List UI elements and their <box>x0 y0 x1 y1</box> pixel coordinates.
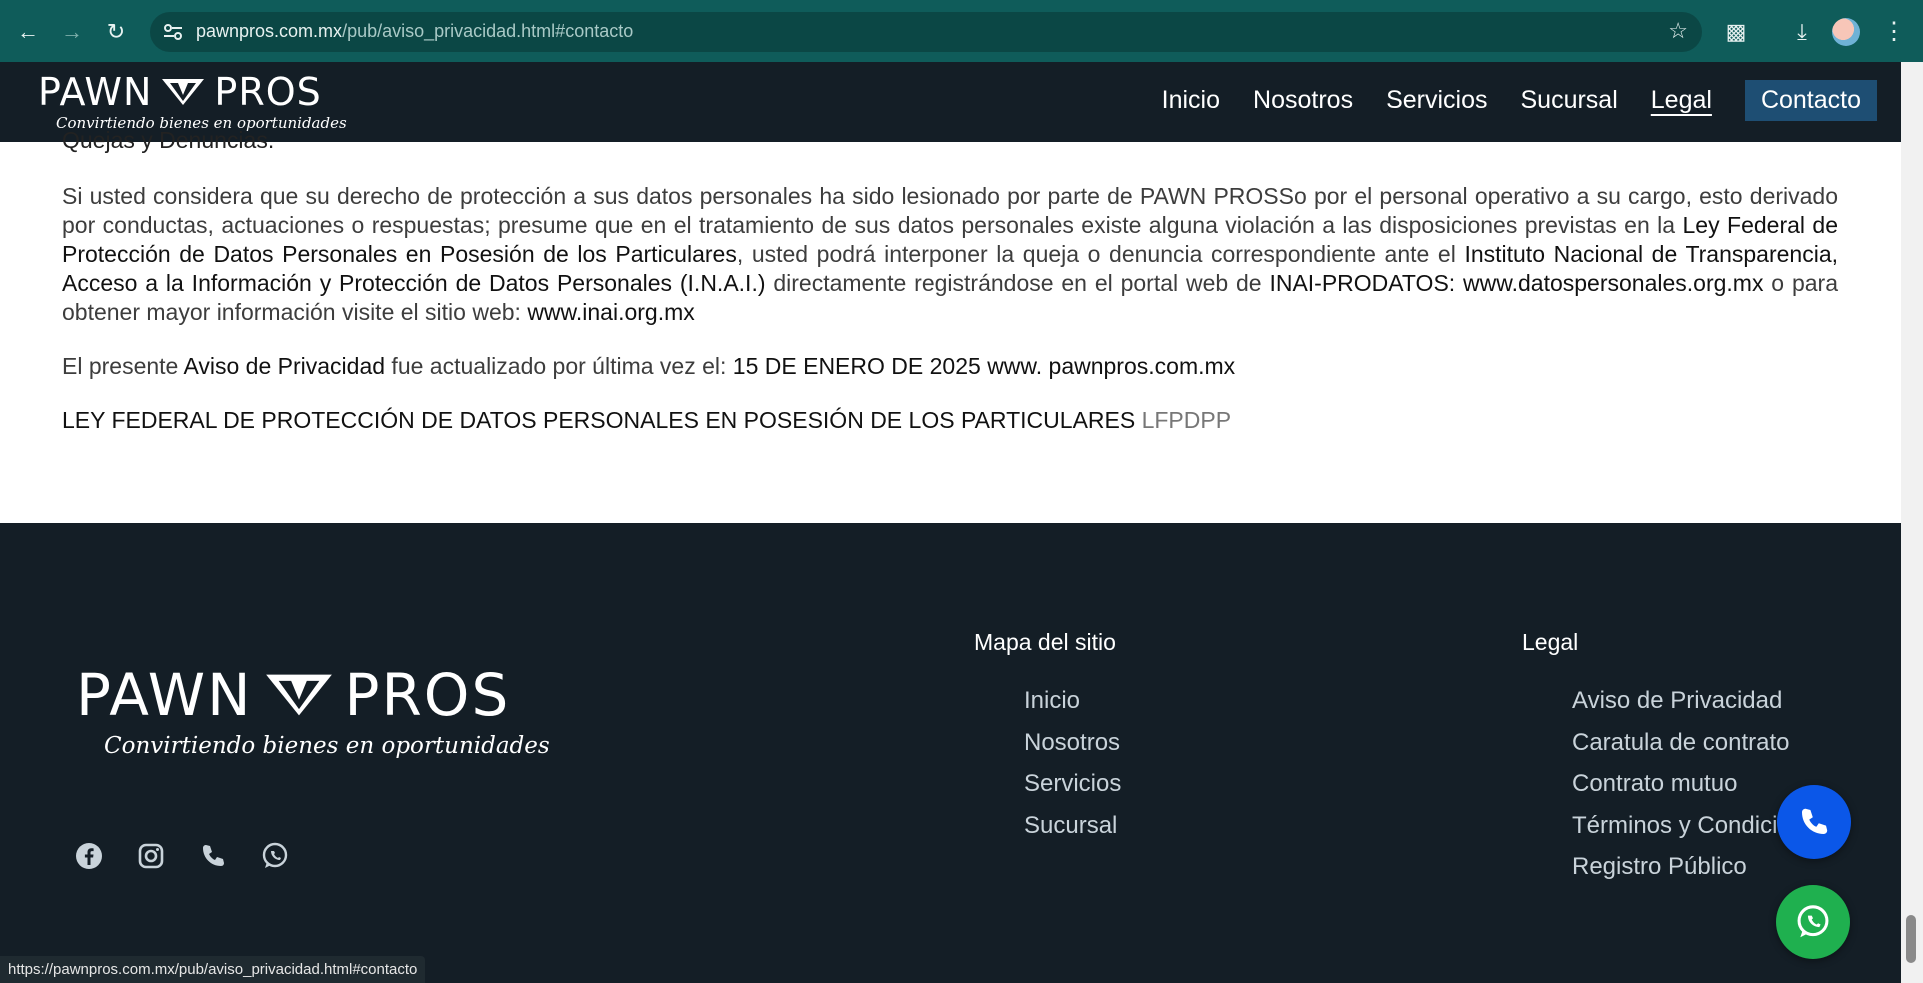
footer-link-aviso[interactable]: Aviso de Privacidad <box>1572 680 1829 722</box>
text-segment: Si usted considera que su derecho de pro… <box>62 183 1838 238</box>
footer-link-inicio[interactable]: Inicio <box>1024 680 1121 722</box>
url-text: pawnpros.com.mx/pub/aviso_privacidad.htm… <box>196 21 633 42</box>
updated-paragraph: El presente Aviso de Privacidad fue actu… <box>62 352 1235 381</box>
back-arrow-icon[interactable]: ← <box>10 14 46 50</box>
footer-logo-word-right: PROS <box>344 661 511 729</box>
bookmark-star-icon[interactable]: ☆ <box>1668 18 1688 44</box>
footer-legal: Legal Aviso de Privacidad Caratula de co… <box>1522 629 1829 888</box>
whatsapp-icon <box>1797 905 1829 938</box>
text-segment: directamente registrándose en el portal … <box>765 270 1270 296</box>
inai-link[interactable]: www.inai.org.mx <box>527 299 694 325</box>
prodatos-link[interactable]: INAI-PRODATOS: www.datospersonales.org.m… <box>1269 270 1763 296</box>
law-paragraph: LEY FEDERAL DE PROTECCIÓN DE DATOS PERSO… <box>62 406 1231 435</box>
footer-link-servicios[interactable]: Servicios <box>1024 763 1121 805</box>
nav-inicio[interactable]: Inicio <box>1162 80 1220 121</box>
footer-sitemap: Mapa del sitio Inicio Nosotros Servicios… <box>974 629 1121 846</box>
reload-icon[interactable]: ↻ <box>98 14 134 50</box>
call-floating-button[interactable] <box>1777 785 1851 859</box>
phone-icon[interactable] <box>198 841 228 871</box>
url-host: pawnpros.com.mx <box>196 21 343 41</box>
main-nav: Inicio Nosotros Servicios Sucursal Legal… <box>1162 80 1877 121</box>
update-date: 15 DE ENERO DE 2025 www. pawnpros.com.mx <box>732 353 1236 379</box>
logo-word-right: PROS <box>214 70 322 114</box>
social-links <box>74 841 290 871</box>
footer-logo-word-left: PAWN <box>76 661 253 729</box>
facebook-icon[interactable] <box>74 841 104 871</box>
nav-legal[interactable]: Legal <box>1651 80 1712 121</box>
menu-kebab-icon[interactable]: ⋮ <box>1882 14 1906 50</box>
sitemap-title: Mapa del sitio <box>974 629 1116 655</box>
site-header: PAWN PROS Convirtiendo bienes en oportun… <box>0 62 1901 142</box>
link-status-bar: https://pawnpros.com.mx/pub/aviso_privac… <box>0 956 426 983</box>
text-segment: fue actualizado por última vez el: <box>385 353 733 379</box>
privacy-notice-name: Aviso de Privacidad <box>183 353 386 379</box>
whatsapp-floating-button[interactable] <box>1776 885 1850 959</box>
text-segment: El presente <box>62 353 184 379</box>
browser-toolbar: ← → ↻ pawnpros.com.mx/pub/aviso_privacid… <box>0 0 1923 62</box>
footer-link-nosotros[interactable]: Nosotros <box>1024 722 1121 764</box>
scrollbar-thumb[interactable] <box>1906 915 1916 963</box>
footer-link-sucursal[interactable]: Sucursal <box>1024 805 1121 847</box>
header-logo[interactable]: PAWN PROS Convirtiendo bienes en oportun… <box>38 70 347 132</box>
footer-diamond-logo-icon <box>265 674 332 716</box>
phone-icon <box>1802 808 1828 834</box>
page-scrollbar[interactable] <box>1901 62 1923 983</box>
instagram-icon[interactable] <box>136 841 166 871</box>
nav-nosotros[interactable]: Nosotros <box>1253 80 1353 121</box>
whatsapp-icon[interactable] <box>260 841 290 871</box>
nav-sucursal[interactable]: Sucursal <box>1521 80 1618 121</box>
site-footer: PAWN PROS Convirtiendo bienes en oportun… <box>0 523 1901 983</box>
complaints-paragraph: Si usted considera que su derecho de pro… <box>62 182 1838 327</box>
law-acronym: LFPDPP <box>1135 407 1232 433</box>
forward-arrow-icon[interactable]: → <box>54 14 90 50</box>
text-segment: , usted podrá interponer la queja o denu… <box>736 241 1465 267</box>
profile-avatar[interactable] <box>1832 18 1860 46</box>
extensions-icon[interactable]: ▩ <box>1718 14 1754 50</box>
section-heading-quejas: Quejas y Denuncias. <box>62 127 275 153</box>
law-title: LEY FEDERAL DE PROTECCIÓN DE DATOS PERSO… <box>62 407 1136 433</box>
nav-contacto[interactable]: Contacto <box>1744 80 1877 121</box>
address-bar[interactable]: pawnpros.com.mx/pub/aviso_privacidad.htm… <box>150 12 1702 52</box>
footer-link-registro[interactable]: Registro Público <box>1572 846 1829 888</box>
url-path: /pub/aviso_privacidad.html#contacto <box>342 21 634 41</box>
diamond-logo-icon <box>162 79 205 105</box>
legal-title: Legal <box>1522 629 1579 655</box>
download-icon[interactable]: ⤓ <box>1784 14 1820 50</box>
footer-logo: PAWN PROS Convirtiendo bienes en oportun… <box>76 663 550 759</box>
site-info-icon[interactable] <box>162 21 184 43</box>
footer-logo-tagline: Convirtiendo bienes en oportunidades <box>104 733 550 759</box>
nav-servicios[interactable]: Servicios <box>1386 80 1487 121</box>
footer-link-caratula[interactable]: Caratula de contrato <box>1572 722 1829 764</box>
logo-word-left: PAWN <box>38 70 153 114</box>
